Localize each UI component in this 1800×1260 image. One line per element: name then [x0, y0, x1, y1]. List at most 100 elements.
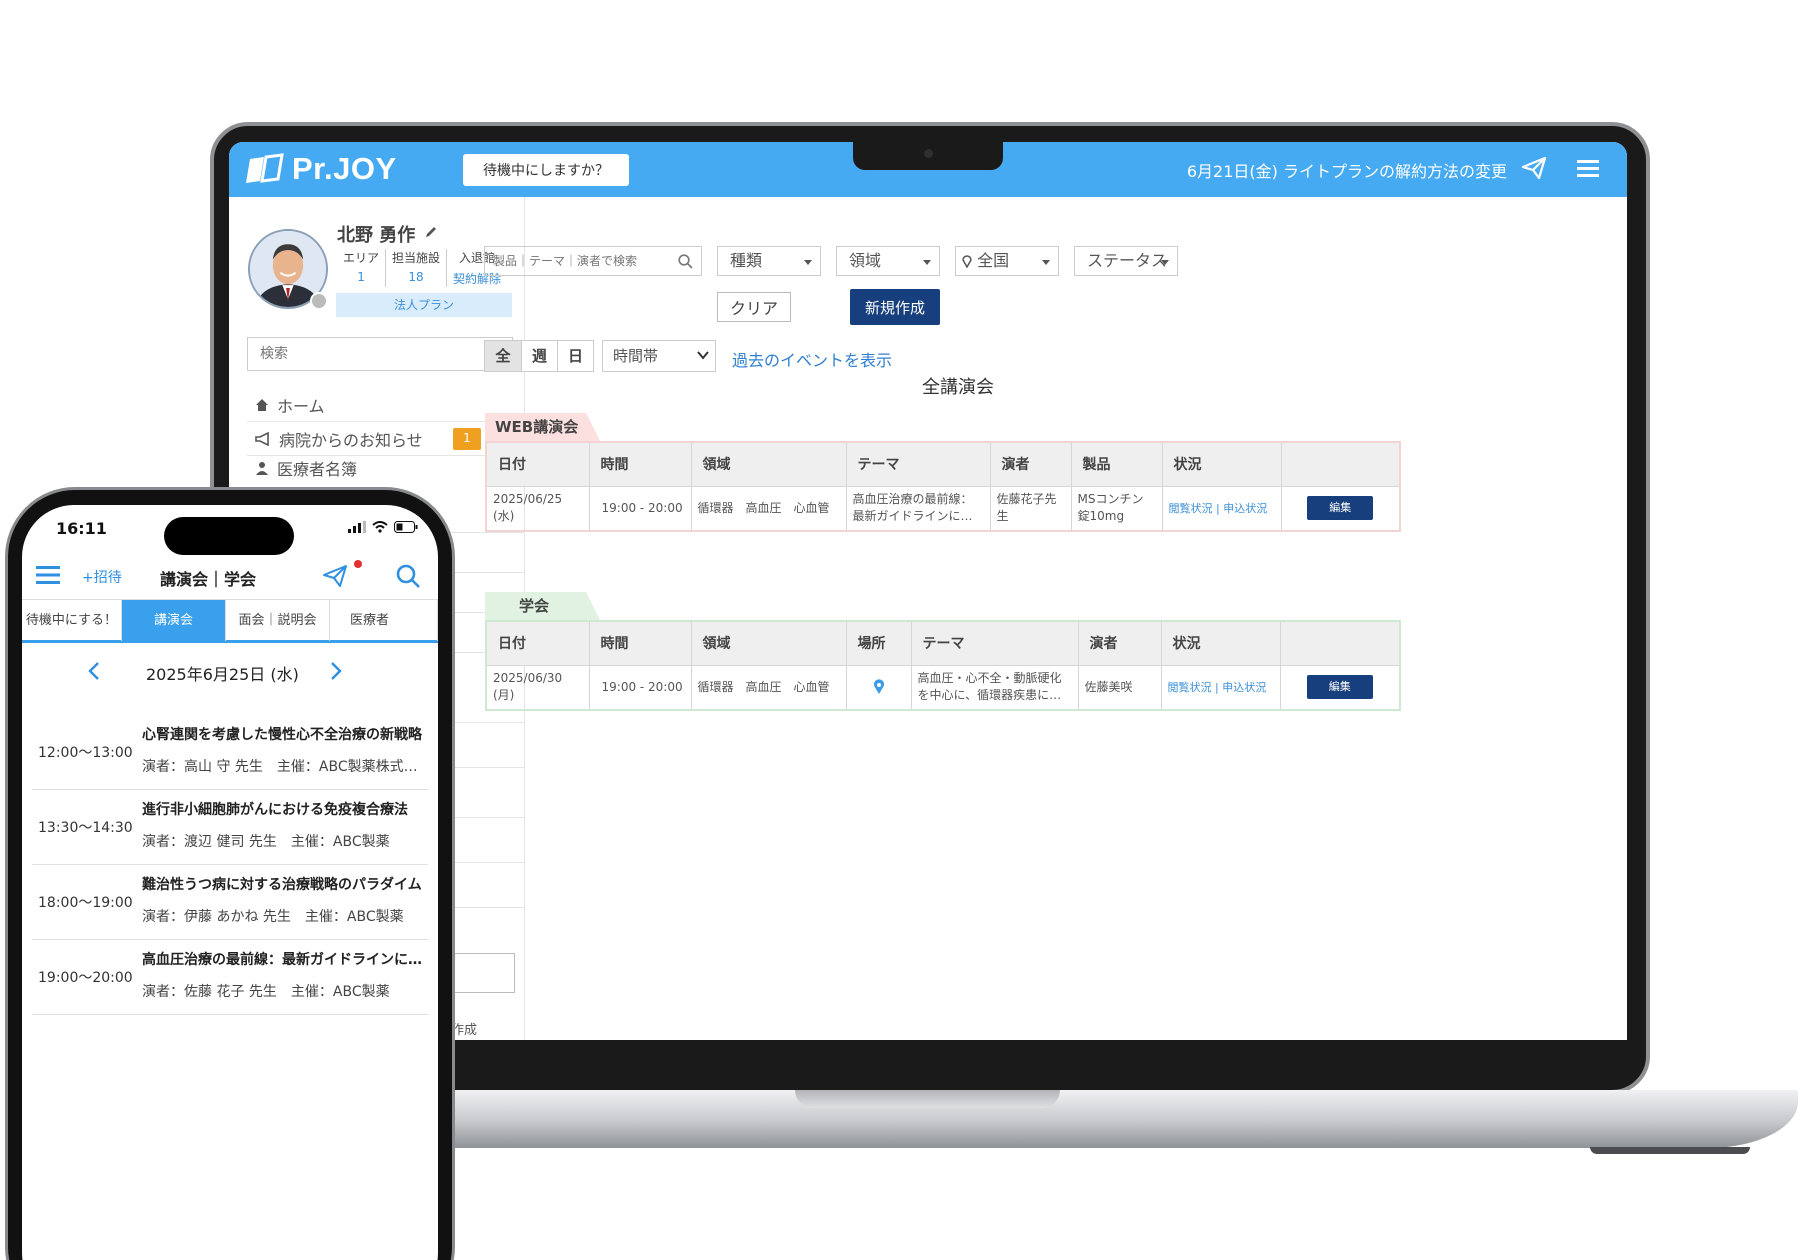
view-status-link[interactable]: 閲覧状況 [1169, 502, 1213, 515]
column-header[interactable]: 時間 [589, 442, 692, 487]
event-title: 進行非小細胞肺がんにおける免疫複合療法 [142, 802, 408, 818]
notification-badge: 1 [453, 428, 481, 450]
view-tabs: 全 週 日 [484, 340, 594, 372]
event-details: 演者：伊藤 あかね 先生 主催：ABC製薬 [142, 909, 404, 925]
chevron-right-icon[interactable] [330, 662, 342, 680]
list-item[interactable]: 12:00～13:00 心腎連関を考慮した慢性心不全治療の新戦略 演者：高山 守… [32, 715, 428, 790]
caret-down-icon [1161, 260, 1169, 265]
sidebar-item-label: 医療者名簿 [277, 460, 358, 479]
column-header[interactable]: 状況 [1161, 621, 1281, 666]
hamburger-menu-icon[interactable] [1577, 158, 1599, 178]
stat-value[interactable]: 18 [392, 270, 440, 284]
sidebar-item-home[interactable]: ホーム [247, 388, 525, 422]
sidebar-item-notices[interactable]: 病院からのお知らせ 1 [247, 422, 525, 456]
edit-button[interactable]: 編集 [1307, 496, 1374, 521]
column-header[interactable]: テーマ [846, 442, 991, 487]
column-header[interactable]: 製品 [1071, 442, 1163, 487]
column-header[interactable]: 状況 [1162, 442, 1282, 487]
logo[interactable]: Pr.JOY [246, 151, 397, 187]
list-item[interactable]: 13:30～14:30 進行非小細胞肺がんにおける免疫複合療法 演者：渡辺 健司… [32, 790, 428, 865]
pencil-edit-icon[interactable] [424, 225, 438, 239]
event-search-input[interactable] [485, 247, 665, 275]
megaphone-icon [255, 431, 269, 446]
laptop-foot [1590, 1147, 1750, 1154]
phone-screen: 16:11 +招待 講演会｜学会 待機中にする！ 講演会 面会｜説明会 医療者 … [22, 505, 438, 1260]
tab-all[interactable]: 全 [485, 341, 521, 371]
apply-status-link[interactable]: 申込状況 [1223, 502, 1267, 515]
battery-icon [394, 521, 418, 533]
theme-line: 高血圧・心不全・動脈硬化 [917, 671, 1062, 686]
product-line: MSコンチン [1077, 492, 1144, 507]
create-new-button[interactable]: 新規作成 [850, 289, 940, 325]
map-pin-icon[interactable] [873, 679, 885, 695]
speaker-cell: 佐藤美咲 [1078, 665, 1162, 710]
type-dropdown[interactable]: 種類 [717, 246, 821, 276]
status-icons [348, 521, 418, 533]
camera-icon [924, 149, 933, 158]
stat-facilities: 担当施設 18 [385, 249, 446, 287]
signal-icon [348, 521, 366, 533]
column-header[interactable]: 領域 [691, 442, 847, 487]
search-icon[interactable] [395, 563, 421, 589]
theme-cell: 高血圧・心不全・動脈硬化 を中心に、循環器疾患に関… [911, 665, 1079, 710]
column-header[interactable]: 領域 [691, 621, 847, 666]
logo-text: Pr.JOY [292, 151, 397, 186]
clear-button[interactable]: クリア [717, 292, 791, 322]
sidebar-item-label: ホーム [277, 396, 325, 416]
column-header[interactable]: 場所 [846, 621, 912, 666]
list-item[interactable]: 19:00～20:00 高血圧治療の最前線：最新ガイドラインに基づく 演者：佐藤… [32, 940, 428, 1015]
header-notice[interactable]: 6月21日(金) ライトプランの解約方法の変更 [1187, 158, 1507, 182]
stat-area: エリア 1 [337, 249, 385, 287]
status-time: 16:11 [56, 519, 107, 538]
sidebar-item-directory[interactable]: 医療者名簿 [247, 456, 525, 480]
region-dropdown[interactable]: 全国 [955, 246, 1059, 276]
chevron-down-icon [697, 351, 709, 360]
column-header[interactable]: 演者 [990, 442, 1072, 487]
list-item[interactable]: 18:00～19:00 難治性うつ病に対する治療戦略のパラダイム 演者：伊藤 あ… [32, 865, 428, 940]
status-dropdown[interactable]: ステータス [1074, 246, 1178, 276]
invite-button[interactable]: +招待 [82, 567, 122, 587]
event-details: 演者：高山 守 先生 主催：ABC製薬株式会社 [142, 759, 426, 775]
tab-meetings[interactable]: 面会｜説明会 [226, 600, 330, 641]
tab-day[interactable]: 日 [557, 341, 593, 371]
laptop-groove [795, 1090, 1060, 1108]
event-time: 13:30～14:30 [38, 820, 133, 836]
theme-line: を中心に、循環器疾患に関… [917, 688, 1072, 703]
caret-down-icon [804, 260, 812, 265]
paper-plane-icon[interactable] [322, 563, 348, 589]
tab-medical[interactable]: 医療者 [330, 600, 438, 641]
stat-label: エリア [343, 251, 380, 265]
table-row[interactable]: 2025/06/30 (月) 19:00 - 20:00 循環器 高血圧 心血管… [486, 665, 1400, 710]
apply-status-link[interactable]: 申込状況 [1222, 681, 1266, 694]
tab-week[interactable]: 週 [521, 341, 557, 371]
field-dropdown[interactable]: 領域 [836, 246, 940, 276]
event-time: 18:00～19:00 [38, 895, 133, 911]
view-status-link[interactable]: 閲覧状況 [1168, 681, 1212, 694]
table-row[interactable]: 2025/06/25 (水) 19:00 - 20:00 循環器 高血圧 心血管… [486, 486, 1400, 531]
dropdown-value: ステータス [1087, 251, 1168, 270]
sidebar-search-input[interactable] [248, 338, 468, 370]
tab-lectures[interactable]: 講演会 [122, 600, 226, 641]
sidebar-search [247, 337, 513, 371]
paper-plane-icon[interactable] [1521, 155, 1547, 181]
column-header[interactable]: 時間 [589, 621, 692, 666]
column-header[interactable]: 日付 [486, 621, 590, 666]
date-cell: 2025/06/30 (月) [486, 665, 590, 710]
date-navigator: 2025年6月25日 (水) [22, 651, 438, 691]
hamburger-menu-icon[interactable] [36, 565, 60, 585]
time-select[interactable]: 時間帯 [602, 340, 716, 372]
standby-button[interactable]: 待機中にしますか？ [463, 154, 629, 186]
event-title: 高血圧治療の最前線：最新ガイドラインに基づく [142, 952, 426, 968]
tab-standby[interactable]: 待機中にする！ [22, 600, 122, 641]
search-icon[interactable] [678, 254, 693, 269]
chevron-left-icon[interactable] [88, 662, 100, 680]
theme-cell: 高血圧治療の最前線： 最新ガイドラインに基… [846, 486, 991, 531]
column-header[interactable]: テーマ [911, 621, 1079, 666]
edit-button[interactable]: 編集 [1306, 675, 1373, 700]
column-header[interactable]: 演者 [1078, 621, 1162, 666]
field-cell: 循環器 高血圧 心血管 [691, 486, 847, 531]
column-header[interactable]: 日付 [486, 442, 590, 487]
stat-value[interactable]: 1 [343, 270, 379, 284]
past-events-link[interactable]: 過去のイベントを表示 [732, 347, 892, 371]
camera-badge-icon[interactable] [310, 292, 328, 310]
